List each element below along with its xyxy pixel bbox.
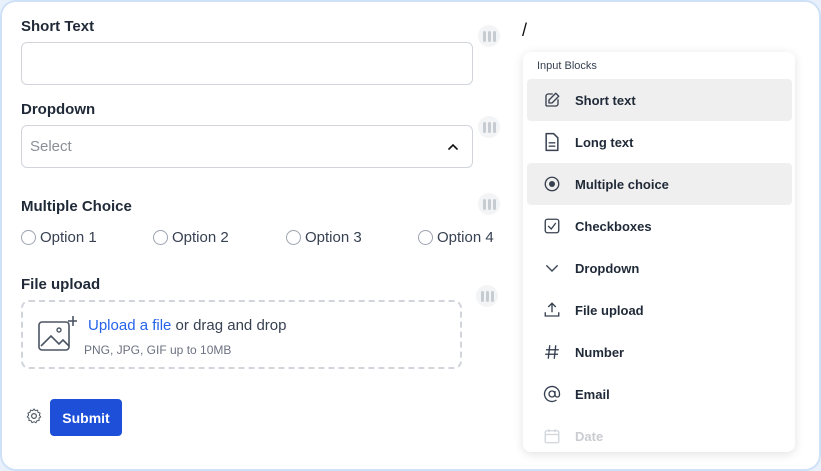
image-upload-icon (38, 316, 77, 351)
drag-handle-icon[interactable] (478, 193, 500, 215)
menu-item-multiple-choice[interactable]: Multiple choice (527, 163, 792, 205)
chevron-up-icon (448, 143, 458, 150)
menu-item-label: Long text (575, 134, 634, 150)
radio-circle-icon (418, 230, 433, 245)
menu-item-checkboxes[interactable]: Checkboxes (527, 205, 792, 247)
multiple-choice-label: Multiple Choice (21, 198, 132, 215)
radio-option[interactable]: Option 4 (418, 229, 494, 246)
drag-handle-icon[interactable] (478, 116, 500, 138)
menu-item-long-text[interactable]: Long text (527, 121, 792, 163)
radio-label: Option 1 (40, 229, 97, 246)
submit-button[interactable]: Submit (50, 399, 122, 436)
menu-item-short-text[interactable]: Short text (527, 79, 792, 121)
dropdown-placeholder: Select (30, 138, 72, 155)
file-dropzone[interactable]: Upload a file or drag and drop PNG, JPG,… (21, 300, 462, 369)
menu-item-file-upload[interactable]: File upload (527, 289, 792, 331)
menu-item-email[interactable]: Email (527, 373, 792, 415)
form-builder: Short Text Dropdown Select Multiple Choi… (0, 0, 821, 471)
pencil-square-icon (541, 89, 563, 111)
radio-circle-icon (153, 230, 168, 245)
radio-option[interactable]: Option 2 (153, 229, 229, 246)
upload-hint: PNG, JPG, GIF up to 10MB (84, 343, 232, 357)
checkbox-icon (541, 215, 563, 237)
radio-group: Option 1 Option 2 Option 3 Option 4 (21, 229, 501, 249)
calendar-icon (541, 425, 563, 447)
input-blocks-menu: Input Blocks Short text Long text Multip… (523, 52, 795, 452)
menu-title: Input Blocks (537, 60, 597, 72)
radio-option[interactable]: Option 3 (286, 229, 362, 246)
menu-item-dropdown[interactable]: Dropdown (527, 247, 792, 289)
gear-icon[interactable] (25, 407, 43, 425)
drag-drop-text: or drag and drop (171, 317, 287, 334)
radio-circle-icon (286, 230, 301, 245)
radio-icon (541, 173, 563, 195)
menu-item-label: Date (575, 428, 604, 444)
drag-handle-icon[interactable] (476, 285, 498, 307)
radio-option[interactable]: Option 1 (21, 229, 97, 246)
radio-circle-icon (21, 230, 36, 245)
menu-item-label: Email (575, 386, 610, 402)
file-upload-label: File upload (21, 276, 101, 293)
menu-item-label: Dropdown (575, 260, 640, 276)
slash-command-cursor: / (522, 20, 528, 40)
upload-icon (541, 299, 563, 321)
radio-label: Option 4 (437, 229, 494, 246)
upload-instructions: Upload a file or drag and drop (88, 317, 286, 334)
menu-item-date[interactable]: Date (527, 415, 792, 452)
menu-item-label: Multiple choice (575, 176, 669, 192)
menu-item-label: Short text (575, 92, 636, 108)
short-text-input[interactable] (21, 42, 473, 85)
drag-handle-icon[interactable] (478, 25, 500, 47)
menu-item-number[interactable]: Number (527, 331, 792, 373)
short-text-label: Short Text (21, 18, 95, 35)
radio-label: Option 2 (172, 229, 229, 246)
menu-item-label: Number (575, 344, 625, 360)
menu-item-label: File upload (575, 302, 644, 318)
radio-label: Option 3 (305, 229, 362, 246)
upload-file-link[interactable]: Upload a file (88, 317, 171, 334)
dropdown-label: Dropdown (21, 101, 96, 118)
document-icon (541, 131, 563, 153)
at-icon (541, 383, 563, 405)
menu-item-label: Checkboxes (575, 218, 652, 234)
chevron-down-icon (541, 257, 563, 279)
hash-icon (541, 341, 563, 363)
dropdown-select[interactable]: Select (21, 125, 473, 168)
